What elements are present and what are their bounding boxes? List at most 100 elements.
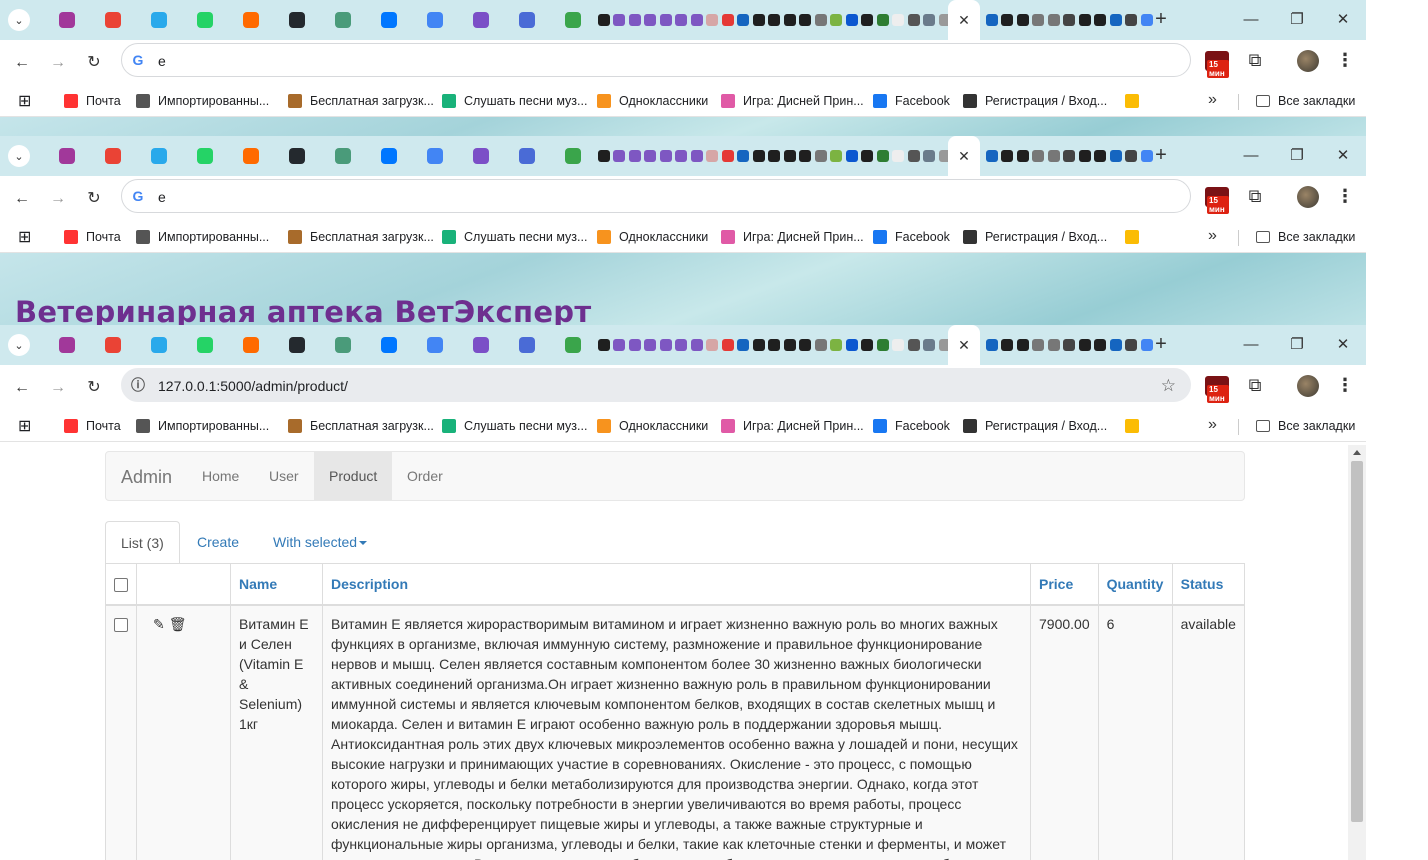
mini-tab[interactable] (705, 333, 721, 357)
mini-tab[interactable] (720, 144, 736, 168)
pinned-tab[interactable] (182, 144, 228, 168)
mini-tab[interactable] (782, 8, 798, 32)
col-price[interactable]: Price (1030, 563, 1099, 606)
pinned-tab[interactable] (458, 8, 504, 32)
mini-tab[interactable] (736, 144, 752, 168)
apps-grid-icon[interactable]: ⊞ (18, 226, 31, 248)
mini-tab[interactable] (674, 144, 690, 168)
pinned-tab[interactable] (90, 8, 136, 32)
back-arrow-icon[interactable]: ← (10, 51, 34, 75)
mini-tab[interactable] (860, 333, 876, 357)
pinned-tab[interactable] (136, 8, 182, 32)
pinned-tab[interactable] (366, 333, 412, 357)
address-bar[interactable]: ⓘ 127.0.0.1:5000/admin/product/ ☆ (121, 368, 1191, 402)
mini-tab[interactable] (720, 333, 736, 357)
mini-tab[interactable] (767, 8, 783, 32)
col-quantity[interactable]: Quantity (1097, 563, 1173, 606)
scrollbar-thumb[interactable] (1351, 461, 1363, 822)
mini-tab[interactable] (1046, 333, 1062, 357)
pinned-tab[interactable] (550, 333, 596, 357)
mini-tab[interactable] (891, 144, 907, 168)
mini-tab[interactable] (922, 144, 938, 168)
google-icon[interactable]: G (130, 52, 146, 68)
minimize-icon[interactable]: — (1241, 10, 1261, 30)
bookmark-item[interactable]: Facebook (873, 90, 950, 112)
mini-tab[interactable] (984, 333, 1000, 357)
close-window-icon[interactable]: ✕ (1333, 146, 1353, 166)
bookmark-item[interactable]: Импортированны... (136, 415, 269, 437)
minimize-icon[interactable]: — (1241, 335, 1261, 355)
mini-tab[interactable] (627, 8, 643, 32)
mini-tab[interactable] (829, 333, 845, 357)
mini-tab[interactable] (1124, 144, 1140, 168)
mini-tab[interactable] (674, 8, 690, 32)
apps-grid-icon[interactable]: ⊞ (18, 415, 31, 437)
mini-tab[interactable] (844, 144, 860, 168)
reload-icon[interactable]: ↻ (82, 187, 106, 211)
forward-arrow-icon[interactable]: → (46, 51, 70, 75)
mini-tab[interactable] (875, 8, 891, 32)
mini-tab[interactable] (844, 333, 860, 357)
mini-tab[interactable] (860, 144, 876, 168)
mini-tab[interactable] (1031, 333, 1047, 357)
mini-tab[interactable] (1000, 8, 1016, 32)
bookmark-item[interactable]: Почта (64, 226, 121, 248)
bookmarks-overflow-icon[interactable]: » (1208, 227, 1217, 245)
pinned-tab[interactable] (458, 144, 504, 168)
mini-tab[interactable] (751, 8, 767, 32)
mini-tab[interactable] (751, 144, 767, 168)
menu-kebab-icon[interactable]: ⋮ (1336, 186, 1354, 210)
new-tab-button[interactable]: + (1152, 333, 1170, 357)
mini-tab[interactable] (798, 144, 814, 168)
pinned-tab[interactable] (228, 144, 274, 168)
page-scrollbar[interactable] (1348, 445, 1366, 860)
bookmark-item[interactable]: Слушать песни муз... (442, 226, 587, 248)
mini-tab[interactable] (813, 333, 829, 357)
pinned-tab[interactable] (412, 333, 458, 357)
pinned-tab[interactable] (274, 8, 320, 32)
mini-tab[interactable] (751, 333, 767, 357)
bookmark-item[interactable]: Регистрация / Вход... (963, 90, 1107, 112)
mini-tab[interactable] (1000, 333, 1016, 357)
mini-tab[interactable] (643, 333, 659, 357)
pinned-tab[interactable] (228, 333, 274, 357)
menu-kebab-icon[interactable]: ⋮ (1336, 375, 1354, 399)
mini-tab[interactable] (798, 333, 814, 357)
all-bookmarks-folder[interactable]: Все закладки (1256, 226, 1355, 248)
google-icon[interactable]: G (130, 188, 146, 204)
pinned-tab[interactable] (44, 8, 90, 32)
forward-arrow-icon[interactable]: → (46, 376, 70, 400)
bookmark-item[interactable] (1125, 415, 1147, 437)
new-tab-button[interactable]: + (1152, 144, 1170, 168)
extensions-puzzle-icon[interactable]: ⧉ (1244, 50, 1266, 72)
nav-user[interactable]: User (254, 452, 314, 500)
mini-tab[interactable] (643, 8, 659, 32)
mini-tab[interactable] (844, 8, 860, 32)
tab-create[interactable]: Create (182, 521, 254, 563)
profile-avatar[interactable] (1297, 50, 1319, 72)
mini-tab[interactable] (689, 8, 705, 32)
mini-tab[interactable] (1108, 8, 1124, 32)
bookmark-item[interactable]: Facebook (873, 226, 950, 248)
mini-tab[interactable] (860, 8, 876, 32)
pinned-tab[interactable] (320, 333, 366, 357)
bookmark-item[interactable]: Одноклассники (597, 226, 708, 248)
pinned-tab[interactable] (182, 8, 228, 32)
nav-order[interactable]: Order (392, 452, 458, 500)
delete-trash-icon[interactable]: 🗑 (169, 614, 187, 634)
mini-tab[interactable] (1124, 8, 1140, 32)
admin-brand[interactable]: Admin (121, 467, 172, 488)
tab-with-selected[interactable]: With selected (258, 521, 382, 563)
address-bar[interactable]: Ge (121, 179, 1191, 213)
restore-icon[interactable]: ❐ (1287, 146, 1307, 166)
bookmark-item[interactable]: Бесплатная загрузк... (288, 415, 434, 437)
bookmark-item[interactable]: Регистрация / Вход... (963, 226, 1107, 248)
mini-tab[interactable] (922, 8, 938, 32)
active-tab[interactable]: ✕ (948, 0, 980, 40)
bookmark-item[interactable]: Импортированны... (136, 226, 269, 248)
mini-tab[interactable] (1062, 144, 1078, 168)
mini-tab[interactable] (1077, 333, 1093, 357)
forward-arrow-icon[interactable]: → (46, 187, 70, 211)
pinned-tab[interactable] (320, 144, 366, 168)
mini-tab[interactable] (674, 333, 690, 357)
